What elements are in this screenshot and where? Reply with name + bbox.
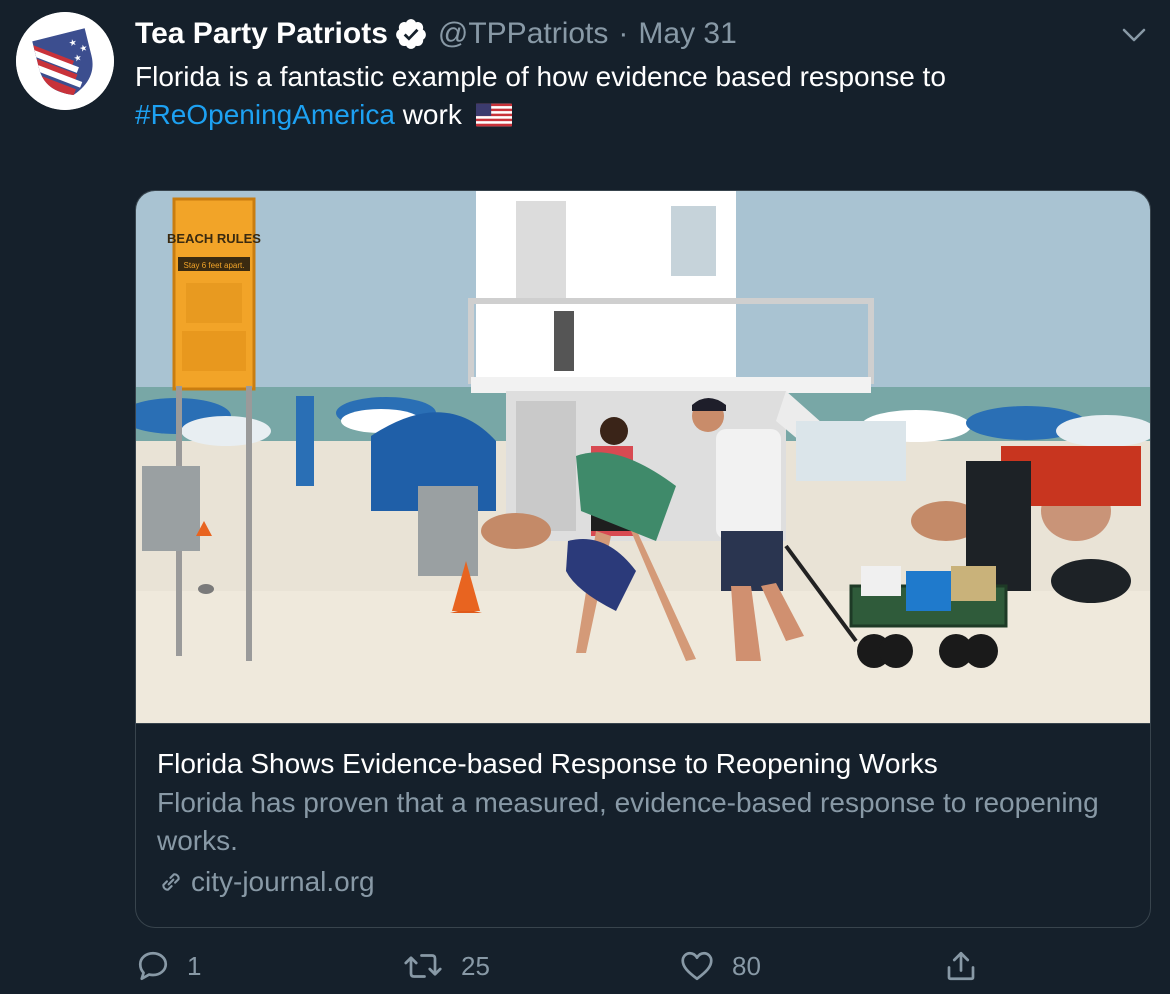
- tweet[interactable]: ★ ★ ★ Tea Party Patriots @TPPatriots · M…: [0, 0, 1170, 994]
- shield-logo-icon: ★ ★ ★: [16, 12, 114, 110]
- card-domain[interactable]: city-journal.org: [157, 862, 1137, 902]
- sign-subtitle: Stay 6 feet apart.: [184, 261, 245, 270]
- share-button[interactable]: [943, 944, 995, 988]
- verified-badge-icon: [396, 19, 426, 49]
- action-bar: 1 25 80: [135, 944, 1135, 988]
- card-image[interactable]: BEACH RULES Stay 6 feet apart.: [136, 191, 1150, 724]
- sign-title: BEACH RULES: [167, 231, 261, 246]
- reply-count: 1: [187, 950, 202, 981]
- flag-us-icon: [475, 103, 512, 127]
- card-title[interactable]: Florida Shows Evidence-based Response to…: [157, 744, 1137, 784]
- card-body: Florida Shows Evidence-based Response to…: [157, 744, 1137, 902]
- retweet-button[interactable]: 25: [401, 944, 490, 988]
- hashtag-link[interactable]: #ReOpeningAmerica: [135, 99, 395, 130]
- chevron-down-icon: [1122, 28, 1146, 42]
- tweet-date[interactable]: May 31: [638, 17, 736, 51]
- like-count: 80: [732, 950, 761, 981]
- more-options-button[interactable]: [1116, 20, 1152, 50]
- like-button[interactable]: 80: [678, 944, 761, 988]
- reply-icon: [138, 951, 168, 981]
- link-card[interactable]: BEACH RULES Stay 6 feet apart. Florida S…: [135, 190, 1151, 928]
- retweet-count: 25: [461, 950, 490, 981]
- tweet-text-part-2: work: [394, 99, 462, 130]
- tweet-text-part-1: Florida is a fantastic example of how ev…: [135, 61, 946, 92]
- tweet-text: Florida is a fantastic example of how ev…: [135, 58, 1135, 134]
- avatar[interactable]: ★ ★ ★: [16, 12, 114, 110]
- reply-button[interactable]: 1: [135, 944, 201, 988]
- separator-dot: ·: [618, 17, 629, 50]
- card-description: Florida has proven that a measured, evid…: [157, 787, 1099, 856]
- card-domain-text: city-journal.org: [191, 866, 375, 897]
- handle[interactable]: @TPPatriots: [438, 17, 609, 51]
- share-icon: [947, 951, 975, 981]
- retweet-icon: [404, 954, 442, 978]
- tweet-header: Tea Party Patriots @TPPatriots · May 31: [135, 14, 737, 54]
- heart-icon: [681, 951, 713, 981]
- display-name[interactable]: Tea Party Patriots: [135, 17, 388, 51]
- link-icon: [162, 873, 180, 891]
